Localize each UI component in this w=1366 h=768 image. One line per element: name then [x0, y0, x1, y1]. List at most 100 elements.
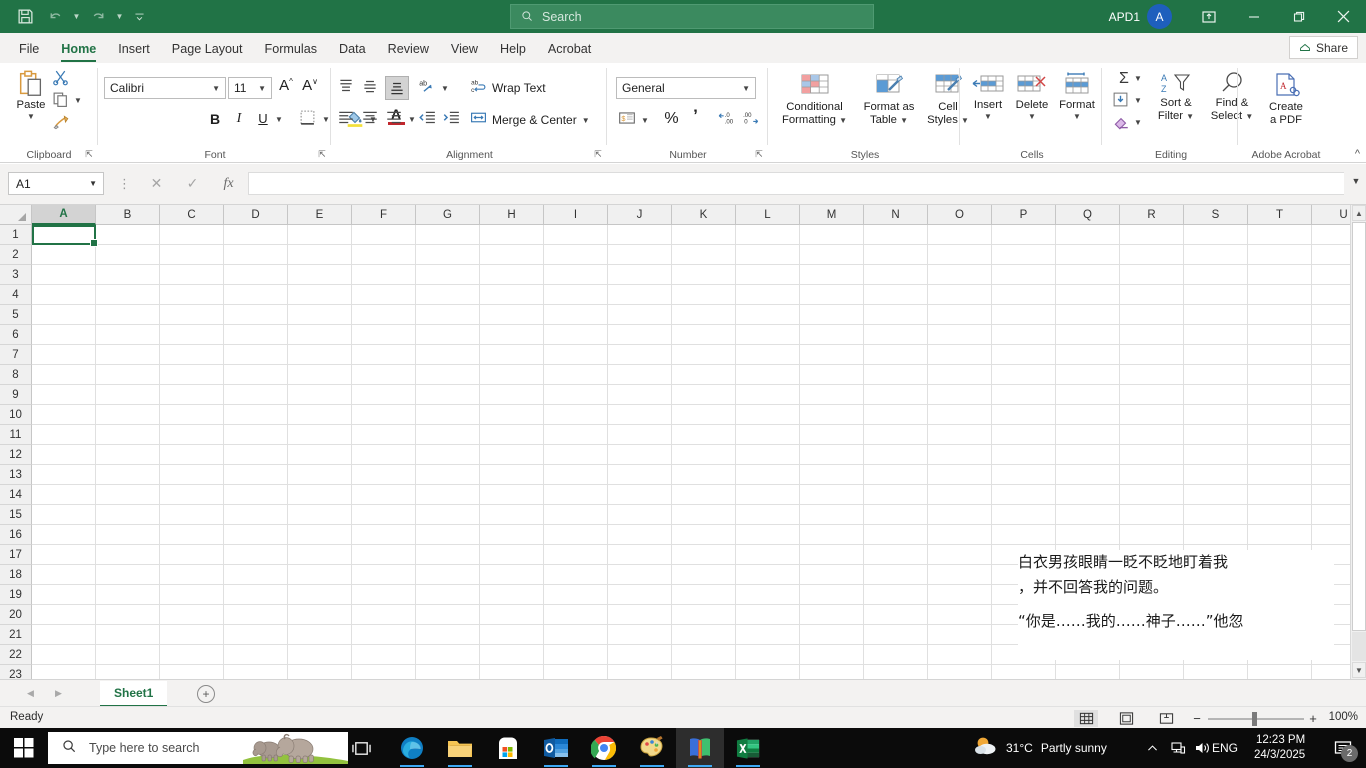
increase-indent-button[interactable] — [442, 109, 465, 131]
row-header-1[interactable]: 1 — [0, 225, 32, 245]
taskbar-app-edge[interactable] — [388, 728, 436, 768]
select-all-button[interactable] — [0, 205, 32, 225]
middle-align-button[interactable] — [361, 77, 384, 99]
row-header-5[interactable]: 5 — [0, 305, 32, 325]
row-header-7[interactable]: 7 — [0, 345, 32, 365]
office-search-input[interactable]: Search — [510, 4, 874, 29]
vertical-scroll-track[interactable] — [1352, 632, 1366, 661]
font-size-input[interactable]: 11 ▼ — [228, 77, 272, 99]
column-header-n[interactable]: N — [864, 205, 928, 225]
row-header-10[interactable]: 10 — [0, 405, 32, 425]
column-header-h[interactable]: H — [480, 205, 544, 225]
taskbar-app-outlook[interactable] — [532, 728, 580, 768]
column-header-b[interactable]: B — [96, 205, 160, 225]
ribbon-display-options-icon[interactable] — [1186, 0, 1231, 33]
tab-file[interactable]: File — [8, 35, 50, 63]
volume-icon[interactable] — [1190, 728, 1214, 768]
row-header-23[interactable]: 23 — [0, 665, 32, 679]
number-format-select[interactable]: General ▼ — [616, 77, 756, 99]
redo-icon[interactable] — [83, 4, 113, 30]
accounting-dropdown-icon[interactable]: ▼ — [641, 116, 649, 125]
row-header-15[interactable]: 15 — [0, 505, 32, 525]
font-name-input[interactable]: Calibri ▼ — [104, 77, 226, 99]
taskbar-app-chrome[interactable] — [580, 728, 628, 768]
column-header-f[interactable]: F — [352, 205, 416, 225]
column-header-j[interactable]: J — [608, 205, 672, 225]
enter-formula-button[interactable]: ✓ — [176, 173, 209, 194]
row-header-17[interactable]: 17 — [0, 545, 32, 565]
row-header-21[interactable]: 21 — [0, 625, 32, 645]
row-header-3[interactable]: 3 — [0, 265, 32, 285]
format-as-table-dropdown-icon[interactable]: ▼ — [900, 116, 908, 125]
column-header-p[interactable]: P — [992, 205, 1056, 225]
delete-cells-button[interactable]: Delete ▼ — [1010, 71, 1054, 121]
tab-acrobat[interactable]: Acrobat — [537, 35, 602, 63]
alignment-dialog-launcher[interactable]: ⇱ — [592, 148, 604, 160]
zoom-in-button[interactable]: + — [1306, 711, 1320, 726]
row-header-11[interactable]: 11 — [0, 425, 32, 445]
restore-button[interactable] — [1276, 0, 1321, 33]
language-indicator[interactable]: ENG — [1212, 728, 1238, 768]
align-right-button[interactable] — [385, 109, 408, 131]
close-button[interactable] — [1321, 0, 1366, 33]
name-box-dropdown-icon[interactable]: ▼ — [89, 179, 97, 188]
undo-dropdown-icon[interactable]: ▼ — [70, 4, 83, 30]
copy-button[interactable] — [52, 91, 74, 111]
underline-button[interactable]: U — [252, 108, 274, 130]
row-header-19[interactable]: 19 — [0, 585, 32, 605]
cancel-formula-button[interactable]: ✕ — [140, 173, 173, 194]
taskbar-app-paint[interactable] — [628, 728, 676, 768]
tab-data[interactable]: Data — [328, 35, 377, 63]
row-header-22[interactable]: 22 — [0, 645, 32, 665]
delete-cells-dropdown-icon[interactable]: ▼ — [1010, 112, 1054, 121]
clear-dropdown-icon[interactable]: ▼ — [1134, 118, 1142, 127]
column-header-c[interactable]: C — [160, 205, 224, 225]
column-header-q[interactable]: Q — [1056, 205, 1120, 225]
avatar[interactable]: A — [1147, 4, 1172, 29]
formula-input[interactable] — [248, 172, 1344, 195]
italic-button[interactable]: I — [228, 108, 250, 130]
vertical-scroll-thumb[interactable] — [1352, 222, 1366, 631]
scroll-up-icon[interactable]: ▲ — [1352, 205, 1366, 221]
row-header-20[interactable]: 20 — [0, 605, 32, 625]
font-name-dropdown-icon[interactable]: ▼ — [212, 84, 220, 93]
format-as-table-button[interactable]: Format as Table ▼ — [858, 71, 920, 127]
center-align-button[interactable] — [361, 109, 384, 131]
orientation-dropdown-icon[interactable]: ▼ — [441, 84, 449, 93]
view-normal-button[interactable] — [1074, 710, 1098, 727]
increase-decimal-button[interactable]: .0.00 — [718, 109, 741, 131]
accounting-format-button[interactable]: $ — [618, 109, 641, 131]
taskbar-app-reader[interactable] — [676, 728, 724, 768]
percent-style-button[interactable]: % — [660, 107, 683, 131]
column-header-d[interactable]: D — [224, 205, 288, 225]
previous-sheet-icon[interactable]: ◀ — [22, 686, 39, 701]
next-sheet-icon[interactable]: ▶ — [50, 686, 67, 701]
column-header-g[interactable]: G — [416, 205, 480, 225]
underline-dropdown-icon[interactable]: ▼ — [275, 115, 283, 124]
column-header-r[interactable]: R — [1120, 205, 1184, 225]
row-header-13[interactable]: 13 — [0, 465, 32, 485]
column-header-t[interactable]: T — [1248, 205, 1312, 225]
number-format-dropdown-icon[interactable]: ▼ — [742, 84, 750, 93]
increase-font-size-button[interactable]: A^ — [275, 77, 297, 99]
vertical-scrollbar[interactable]: ▲ ▼ — [1350, 205, 1366, 679]
save-icon[interactable] — [10, 4, 40, 30]
view-page-layout-button[interactable] — [1114, 710, 1138, 727]
customize-qat-icon[interactable] — [126, 4, 152, 30]
sort-filter-button[interactable]: A Z Sort & Filter ▼ — [1148, 71, 1204, 123]
zoom-slider-thumb[interactable] — [1252, 712, 1257, 726]
account-name[interactable]: APD1 — [1109, 10, 1140, 24]
autosum-dropdown-icon[interactable]: ▼ — [1134, 74, 1142, 83]
autosum-button[interactable]: Σ — [1112, 69, 1136, 89]
copy-dropdown-icon[interactable]: ▼ — [74, 96, 82, 105]
share-button[interactable]: Share — [1288, 36, 1358, 59]
undo-icon[interactable] — [40, 4, 70, 30]
column-header-k[interactable]: K — [672, 205, 736, 225]
taskbar-app-file-explorer[interactable] — [436, 728, 484, 768]
task-view-button[interactable] — [340, 728, 382, 768]
conditional-formatting-button[interactable]: Conditional Formatting ▼ — [772, 71, 857, 127]
zoom-out-button[interactable]: − — [1190, 711, 1204, 726]
tab-view[interactable]: View — [440, 35, 489, 63]
zoom-level[interactable]: 100% — [1329, 711, 1358, 723]
column-header-m[interactable]: M — [800, 205, 864, 225]
